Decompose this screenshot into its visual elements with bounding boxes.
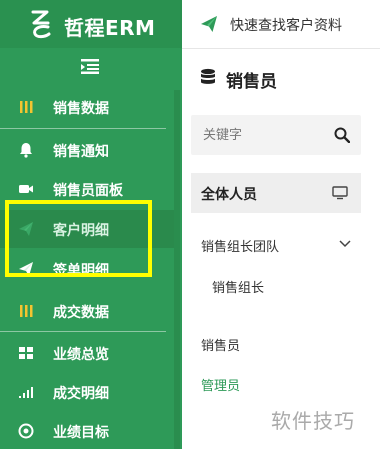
highlight-annotation <box>5 200 152 277</box>
brand-title: 哲程ERM <box>64 16 156 40</box>
target-icon <box>18 423 34 439</box>
sidebar-item-performance-target[interactable]: 业绩目标 <box>0 412 176 449</box>
video-icon <box>18 181 34 197</box>
panel-title: 销售员 <box>226 72 277 92</box>
grid-icon <box>18 345 34 361</box>
sidebar-item-label: 业绩目标 <box>53 425 109 441</box>
bars-icon <box>18 99 34 115</box>
sidebar-divider <box>0 128 166 129</box>
watermark: 软件技巧 <box>265 402 377 436</box>
bars-icon <box>18 303 34 319</box>
sidebar-item-label: 成交数据 <box>53 305 109 321</box>
topbar: 快速查找客户资料 <box>182 0 380 49</box>
sidebar-item-label: 销售通知 <box>53 144 109 160</box>
logo-icon <box>31 10 51 39</box>
search-icon[interactable] <box>334 127 350 143</box>
all-members-label: 全体人员 <box>201 187 257 203</box>
bell-icon <box>18 142 34 158</box>
list-item-team-leader[interactable]: 销售组长 <box>212 277 264 296</box>
app-window: 哲程ERM 销售数据 销售通知 销售员面板 客户明细 签单明细 成交数据 业绩总… <box>0 0 380 449</box>
sales-panel: 销售员 全体人员 销售组长团队 销售组长 销售员 管理员 <box>182 49 380 449</box>
chevron-down-icon <box>339 240 351 248</box>
sidebar-item-deal-data[interactable]: 成交数据 <box>0 292 176 330</box>
sidebar-item-sales-notice[interactable]: 销售通知 <box>0 131 176 169</box>
group-team-leaders[interactable]: 销售组长团队 <box>191 227 361 263</box>
brand-header: 哲程ERM <box>0 0 182 48</box>
signal-icon <box>18 384 34 400</box>
list-item-salesperson[interactable]: 销售员 <box>201 335 240 354</box>
all-members-tab[interactable]: 全体人员 <box>191 173 361 213</box>
group-label: 销售组长团队 <box>201 240 280 255</box>
sidebar-item-deal-detail[interactable]: 成交明细 <box>0 373 176 411</box>
sidebar-item-performance-overview[interactable]: 业绩总览 <box>0 334 176 372</box>
sidebar-item-label: 业绩总览 <box>53 347 109 363</box>
sidebar-item-label: 销售数据 <box>53 101 109 117</box>
sidebar-scrollbar[interactable] <box>174 90 180 449</box>
database-icon <box>201 68 215 84</box>
quick-search-customer-link[interactable]: 快速查找客户资料 <box>230 15 342 35</box>
send-icon <box>201 16 217 32</box>
menu-collapse-icon[interactable] <box>80 58 100 74</box>
sidebar-item-sales-data[interactable]: 销售数据 <box>0 88 176 126</box>
watermark-text: 软件技巧 <box>271 409 355 433</box>
sidebar-divider <box>0 331 166 332</box>
monitor-icon <box>332 186 348 200</box>
sidebar-item-label: 成交明细 <box>53 386 109 402</box>
list-item-admin[interactable]: 管理员 <box>201 375 240 394</box>
sidebar-item-label: 销售员面板 <box>53 183 123 199</box>
